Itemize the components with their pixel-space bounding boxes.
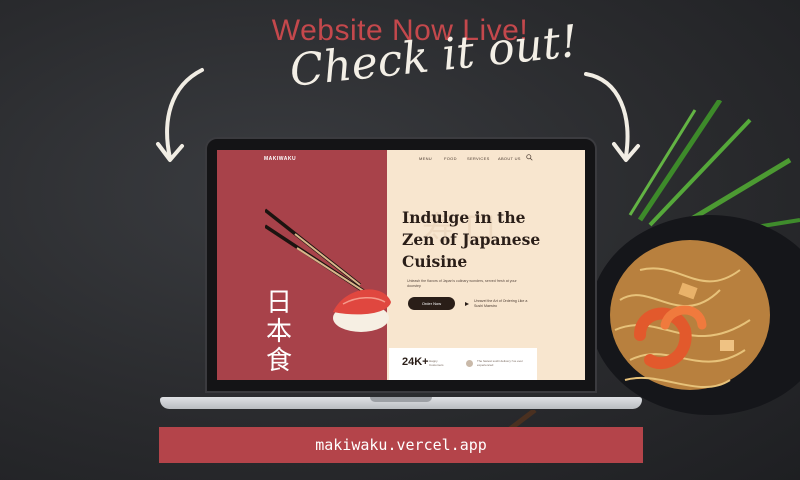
kanji-char: 日 — [265, 288, 292, 318]
noodle-plate-image — [590, 100, 800, 415]
customer-count: 24K+ — [402, 356, 429, 368]
site-logo[interactable]: MAKIWAKU — [264, 156, 296, 162]
hero-title-line: Cuisine — [402, 252, 468, 271]
order-now-button[interactable]: Order Now — [408, 297, 455, 310]
hero-title-line: Indulge in the — [402, 208, 526, 227]
search-icon[interactable] — [526, 154, 533, 161]
website-url-link[interactable]: makiwaku.vercel.app — [159, 427, 643, 463]
review-text: The fastest sushi delivery I've ever exp… — [477, 359, 523, 367]
kanji-char: 食 — [265, 346, 292, 376]
hero-title-line: Zen of Japanese — [402, 230, 541, 249]
website-screen: 寿 口 MAKIWAKU MENU FOOD SERVICES ABOUT US… — [217, 150, 585, 380]
nav-services[interactable]: SERVICES — [467, 156, 490, 161]
story-link[interactable]: Unravel the Art of Ordering Like a Sushi… — [474, 299, 534, 309]
laptop-notch — [370, 397, 432, 402]
nav-menu[interactable]: MENU — [419, 156, 432, 161]
kanji-char: 本 — [265, 317, 292, 347]
hero-title: Indulge in the Zen of Japanese Cuisine — [402, 207, 562, 273]
play-icon[interactable] — [465, 302, 469, 306]
customer-count-label: Happy Customers — [429, 359, 444, 367]
nav-food[interactable]: FOOD — [444, 156, 457, 161]
curved-arrow-left-icon — [156, 68, 204, 162]
hero-subtitle: Unleash the flavors of Japan's culinary … — [407, 279, 517, 288]
nav-about-us[interactable]: ABOUT US — [498, 156, 521, 161]
kanji-vertical: 日 本 食 — [264, 289, 294, 376]
avatar — [466, 360, 473, 367]
